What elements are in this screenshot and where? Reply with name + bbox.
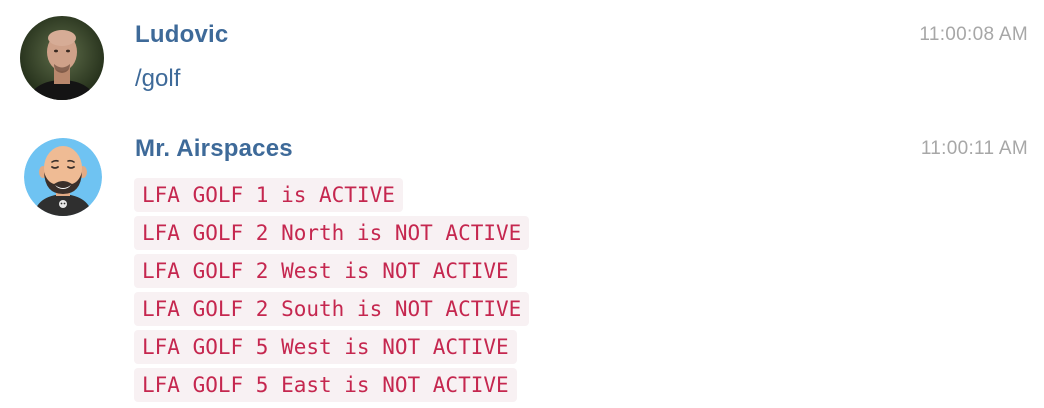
airspace-status-list: LFA GOLF 1 is ACTIVE LFA GOLF 2 North is…: [134, 178, 530, 406]
airspace-status-code: LFA GOLF 2 West is NOT ACTIVE: [134, 254, 517, 288]
user-avatar-icon[interactable]: [20, 16, 104, 100]
airspace-status-code: LFA GOLF 5 East is NOT ACTIVE: [134, 368, 517, 402]
airspace-status-code: LFA GOLF 5 West is NOT ACTIVE: [134, 330, 517, 364]
message-timestamp: 11:00:11 AM: [920, 138, 1028, 159]
airspace-status-code: LFA GOLF 2 South is NOT ACTIVE: [134, 292, 530, 326]
message-timestamp: 11:00:08 AM: [919, 24, 1028, 45]
airspace-status-code: LFA GOLF 1 is ACTIVE: [134, 178, 403, 212]
author-name[interactable]: Ludovic: [135, 20, 228, 50]
airspace-status-code: LFA GOLF 2 North is NOT ACTIVE: [134, 216, 530, 250]
list-item: LFA GOLF 2 West is NOT ACTIVE: [134, 254, 529, 292]
bot-avatar-icon[interactable]: [24, 138, 102, 216]
list-item: LFA GOLF 5 West is NOT ACTIVE: [134, 330, 529, 368]
list-item: LFA GOLF 2 South is NOT ACTIVE: [134, 292, 530, 330]
list-item: LFA GOLF 2 North is NOT ACTIVE: [134, 216, 530, 254]
list-item: LFA GOLF 1 is ACTIVE: [134, 178, 529, 216]
list-item: LFA GOLF 5 East is NOT ACTIVE: [134, 368, 529, 406]
message-text: /golf: [135, 65, 181, 92]
author-name[interactable]: Mr. Airspaces: [135, 134, 293, 164]
